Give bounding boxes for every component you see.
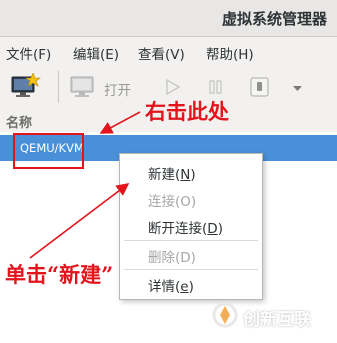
watermark-text: 创新互联 (243, 310, 311, 330)
annotation-right-click: 右击此处 (145, 99, 229, 124)
arrow-to-connection (99, 111, 141, 134)
annotation-arrows (29, 111, 141, 259)
arrow-to-new-item (29, 183, 130, 259)
annotation-click-new: 单击“新建” (5, 262, 114, 287)
